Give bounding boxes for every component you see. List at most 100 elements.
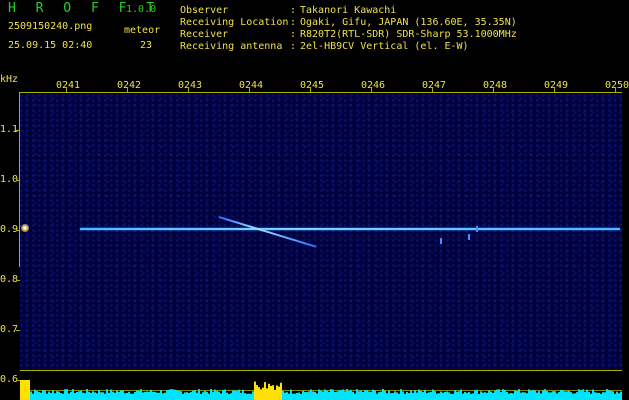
spectrum-bar <box>244 393 246 400</box>
spectrum-bar <box>598 392 600 400</box>
spectrum-bar <box>560 389 562 400</box>
spectrum-bar <box>296 393 298 400</box>
x-tick-label: 0242 <box>117 80 142 91</box>
spectrum-bar <box>498 389 500 400</box>
spectrum-bar <box>338 390 340 400</box>
spectrum-bar <box>86 389 88 400</box>
spectrum-bar <box>290 389 292 400</box>
spectrum-bar <box>620 391 622 400</box>
spectrum-bar <box>418 389 420 400</box>
spectrum-bar <box>384 390 386 400</box>
spectrum-bar <box>428 392 430 400</box>
spectrum-bar <box>222 390 224 400</box>
spectrum-bar <box>180 391 182 400</box>
spectrum-bar <box>566 391 568 400</box>
spectrum-bar <box>616 391 618 400</box>
spectrum-bar <box>136 390 138 400</box>
separator: : <box>290 29 297 40</box>
spectrum-bar <box>134 391 136 400</box>
spectrum-bar <box>554 391 556 400</box>
spectrum-bar <box>564 391 566 400</box>
spectrum-bar <box>588 391 590 400</box>
meteor-label: meteor <box>124 25 161 36</box>
spectrum-bar <box>266 388 268 400</box>
spectrum-bar <box>312 391 314 400</box>
spectrum-bar <box>342 389 344 400</box>
spectrum-bar <box>294 393 296 400</box>
spectrum-bar <box>404 393 406 400</box>
spectrum-bar <box>380 391 382 400</box>
spectrum-bar <box>168 389 170 400</box>
spectrum-bar <box>116 390 118 400</box>
spectrum-bar <box>316 393 318 400</box>
spectrum-bar <box>234 390 236 400</box>
spectrum-bar <box>250 393 252 400</box>
spectrum-bar <box>434 391 436 400</box>
spectrum-bar <box>582 389 584 400</box>
spectrum-bar <box>62 393 64 400</box>
spectrum-bar <box>152 391 154 400</box>
spectrum-bar <box>286 392 288 400</box>
spectrum-bar <box>546 390 548 400</box>
spectrum-bar <box>106 389 108 400</box>
spectrum-bar <box>396 392 398 400</box>
spectrum-bar <box>436 393 438 400</box>
spectrum-bar <box>88 391 90 400</box>
spectrum-bar <box>372 389 374 400</box>
spectrum-bar <box>66 389 68 400</box>
spectrum-bar <box>206 391 208 400</box>
spectrum-bar <box>100 392 102 400</box>
spectrum-bar <box>40 392 42 400</box>
spectrum-bar <box>548 392 550 400</box>
spectrum-bar <box>162 393 164 400</box>
spectrum-bar <box>226 392 228 400</box>
spectrum-bar <box>576 392 578 400</box>
spectrum-bar <box>614 393 616 400</box>
spectrum-bar <box>454 390 456 400</box>
spectrum-bar <box>138 390 140 400</box>
spectrum-bar <box>74 393 76 400</box>
spectrum-bar <box>306 392 308 400</box>
spectrum-bar <box>212 391 214 400</box>
spectrum-bar <box>36 391 38 400</box>
spectrum-bar <box>118 391 120 400</box>
spectrum-bar <box>270 385 272 400</box>
x-tick-label: 0246 <box>361 80 386 91</box>
spectrum-bar <box>84 393 86 400</box>
noise-speck <box>468 234 470 240</box>
y-axis-unit: kHz <box>0 74 19 85</box>
spectrum-bar <box>176 390 178 400</box>
spectrum-bar <box>42 390 44 400</box>
spectrum-bar <box>398 393 400 400</box>
signal-marker-icon <box>21 224 29 232</box>
spectrum-bar <box>230 393 232 400</box>
spectrum-bar <box>96 393 98 400</box>
spectrum-bar <box>500 392 502 400</box>
spectrum-bar <box>480 391 482 400</box>
spectrum-bar <box>470 393 472 400</box>
spectrum-bar <box>314 391 316 400</box>
spectrum-bar <box>24 380 26 400</box>
spectrum-bar <box>472 393 474 400</box>
spectrum-bar <box>370 391 372 400</box>
spectrum-bar <box>394 391 396 400</box>
spectrum-bar <box>54 393 56 400</box>
spectrum-bar <box>218 391 220 400</box>
spectrum-bar <box>64 389 66 400</box>
spectrum-bar <box>332 389 334 400</box>
spectrum-bar <box>358 391 360 400</box>
spectrum-bar <box>378 392 380 400</box>
spectrum-bar <box>232 390 234 400</box>
spectrum-bar <box>30 391 32 400</box>
spectrum-bar <box>494 390 496 400</box>
x-tick-label: 0244 <box>239 80 264 91</box>
spectrum-bar <box>544 389 546 400</box>
spectrum-bar <box>90 392 92 400</box>
spectrum-bar <box>334 391 336 400</box>
spectrum-bar <box>300 393 302 400</box>
spectrum-bar <box>486 392 488 400</box>
spectrum-bar <box>558 392 560 400</box>
spectrum-bar <box>364 390 366 400</box>
spectrogram <box>20 94 622 370</box>
spectrum-bar <box>502 389 504 400</box>
